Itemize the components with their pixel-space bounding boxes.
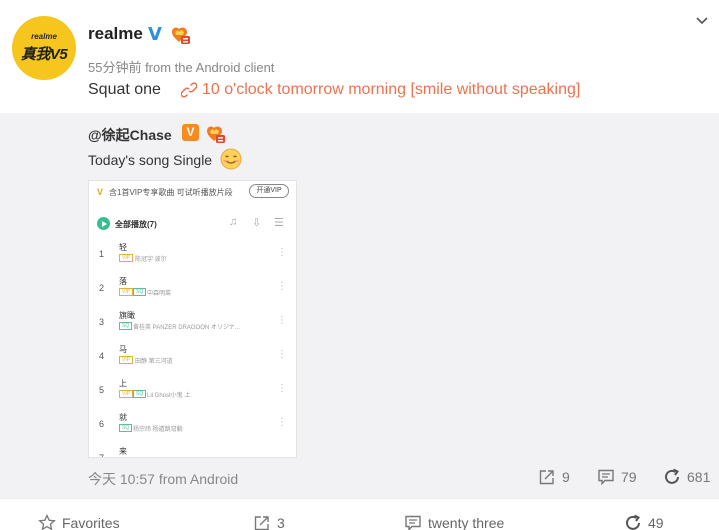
more-icon: ⋮ xyxy=(277,383,287,394)
vip-v-icon: V xyxy=(97,187,104,197)
song-artist: 陈冠宇 波尔 xyxy=(135,257,167,263)
song-artist: Lil Ghost小鬼 上 xyxy=(147,393,191,399)
song-title: 轻 xyxy=(119,243,127,252)
member-badge-icon[interactable] xyxy=(169,25,190,44)
song-title: 上 xyxy=(119,379,127,388)
comment-button[interactable]: twenty three xyxy=(404,513,524,530)
post-meta: 55分钟前 from the Android client xyxy=(88,60,275,75)
song-row: 3 旗瞰 SQ 黄桂英 PANZER DRAGOON オリジナ... ⋮ xyxy=(89,307,296,341)
sq-tag: SQ xyxy=(119,424,133,432)
star-icon xyxy=(38,514,56,530)
vip-tag: VIP xyxy=(119,288,134,296)
song-title: 旗瞰 xyxy=(119,311,135,320)
open-vip-button: 开通VIP xyxy=(249,184,289,198)
verified-icon: V xyxy=(182,124,199,141)
post-text: Squat one xyxy=(88,81,161,98)
comment-icon xyxy=(598,469,614,486)
repost-comment-count: 79 xyxy=(621,469,637,485)
chevron-down-icon[interactable] xyxy=(695,14,709,28)
favorites-label: Favorites xyxy=(62,515,120,530)
song-row: 1 轻 VIP 陈冠宇 波尔 ⋮ xyxy=(89,239,296,273)
favorites-button[interactable]: Favorites xyxy=(38,513,133,530)
username-link[interactable]: realme xyxy=(88,24,143,44)
vip-tag: VIP xyxy=(119,254,134,262)
repost-like-button[interactable]: 681 xyxy=(663,467,715,487)
song-number: 3 xyxy=(99,317,105,327)
song-number: 5 xyxy=(99,385,105,395)
avatar-model-text: 真我V5 xyxy=(20,46,68,63)
song-artist: 田静 第三河道 xyxy=(135,359,173,365)
avatar[interactable]: realme 真我V5 xyxy=(12,16,76,80)
link-icon xyxy=(181,82,197,98)
embedded-image[interactable]: V 含1首VIP专享歌曲 可试听播放片段 开通VIP 全部播放(7) ♫ ⇩ ☰… xyxy=(88,180,297,458)
download-icon: ⇩ xyxy=(252,217,262,229)
vip-banner-text: 含1首VIP专享歌曲 可试听播放片段 xyxy=(109,188,233,197)
member-badge-icon[interactable] xyxy=(204,124,225,143)
more-icon: ⋮ xyxy=(277,315,287,326)
vip-tag: VIP xyxy=(119,390,134,398)
vip-tag: VIP xyxy=(119,356,134,364)
song-title: 马 xyxy=(119,345,127,354)
post-link[interactable]: 10 o'clock tomorrow morning [smile witho… xyxy=(202,81,580,99)
song-row: 7 来 xyxy=(89,443,296,458)
refresh-icon xyxy=(665,468,679,484)
song-title: 落 xyxy=(119,277,127,286)
more-icon: ⋮ xyxy=(277,417,287,428)
song-artist: 黄桂英 PANZER DRAGOON オリジナ... xyxy=(133,325,240,331)
sq-tag: SQ xyxy=(119,322,133,330)
sq-tag: SQ xyxy=(133,390,147,398)
more-icon: ⋮ xyxy=(277,247,287,258)
share-icon xyxy=(254,516,269,530)
avatar-brand-text: realme xyxy=(31,32,57,41)
repost-share-button[interactable]: 9 xyxy=(538,467,578,487)
song-row: 5 上 VIP SQ Lil Ghost小鬼 上 ⋮ xyxy=(89,375,296,409)
verified-icon: V xyxy=(148,24,162,45)
list-icon: ☰ xyxy=(274,217,284,229)
share-button[interactable]: 3 xyxy=(253,513,298,530)
refresh-icon xyxy=(626,514,640,530)
comment-count: twenty three xyxy=(428,515,505,530)
song-artist: 杨宗纬 杨遁跳穹躺 xyxy=(133,427,183,433)
song-number: 7 xyxy=(99,453,105,458)
song-title: 来 xyxy=(119,447,127,456)
song-artist: 中森明菜 xyxy=(147,291,172,297)
repost-share-count: 9 xyxy=(562,469,570,485)
like-button[interactable]: 49 xyxy=(624,513,684,530)
song-number: 1 xyxy=(99,249,105,259)
song-title: 就 xyxy=(119,413,127,422)
weibo-post: realme 真我V5 realme V 55分钟前 from the Andr… xyxy=(0,0,719,530)
play-all-label: 全部播放(7) xyxy=(115,220,157,229)
share-icon xyxy=(539,470,554,485)
song-row: 6 就 SQ 杨宗纬 杨遁跳穹躺 ⋮ xyxy=(89,409,296,443)
more-icon: ⋮ xyxy=(277,281,287,292)
smile-emoji-icon xyxy=(220,148,242,170)
repost-comment-button[interactable]: 79 xyxy=(597,467,647,487)
song-number: 4 xyxy=(99,351,105,361)
song-row: 2 落 VIP SQ 中森明菜 ⋮ xyxy=(89,273,296,307)
music-note-icon: ♫ xyxy=(229,216,238,228)
more-icon: ⋮ xyxy=(277,349,287,360)
repost-like-count: 681 xyxy=(687,469,711,485)
share-count: 3 xyxy=(277,515,285,530)
sq-tag: SQ xyxy=(133,288,147,296)
action-bar: Favorites 3 twenty three 49 xyxy=(0,498,719,530)
like-count: 49 xyxy=(648,515,664,530)
repost-username-link[interactable]: @徐起Chase xyxy=(88,125,172,145)
song-number: 6 xyxy=(99,419,105,429)
repost-text: Today's song Single xyxy=(88,152,213,168)
song-row: 4 马 VIP 田静 第三河道 ⋮ xyxy=(89,341,296,375)
repost-container: @徐起Chase V Today's song Single V 含1首VIP专… xyxy=(0,113,719,498)
repost-timestamp[interactable]: 今天 10:57 from Android xyxy=(88,469,238,489)
song-number: 2 xyxy=(99,283,105,293)
comment-icon xyxy=(405,515,421,530)
play-icon xyxy=(97,217,110,230)
